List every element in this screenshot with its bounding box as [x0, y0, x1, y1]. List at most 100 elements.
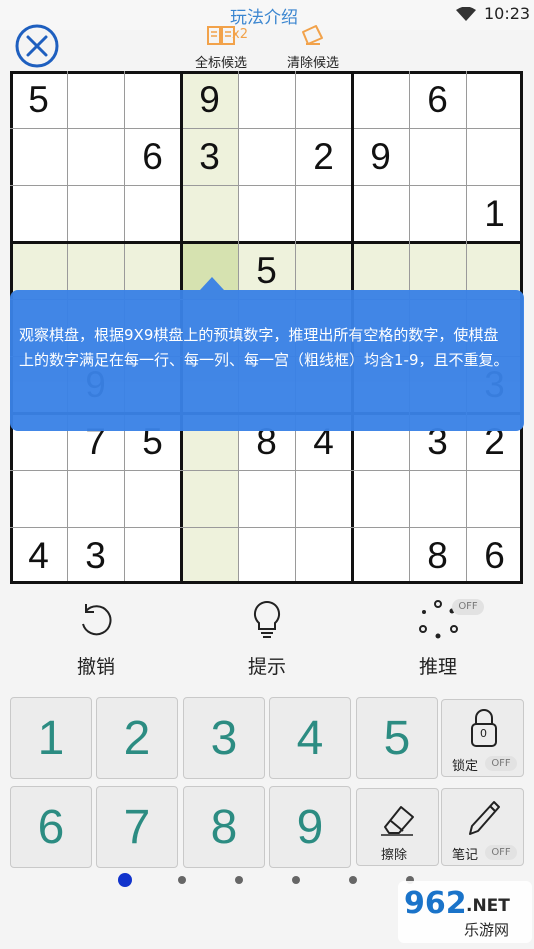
grid-line [10, 241, 523, 244]
undo-button[interactable]: 撤销 [51, 598, 141, 679]
clear-candidates-label: 清除候选 [286, 56, 339, 71]
board-cell[interactable]: 4 [10, 527, 67, 584]
board-cell[interactable] [67, 128, 124, 185]
digit-key[interactable]: 4 [269, 697, 351, 779]
board-cell[interactable] [238, 71, 295, 128]
grid-line [10, 71, 523, 74]
digit-key[interactable]: 3 [183, 697, 265, 779]
lock-button[interactable]: 0 锁定 OFF [441, 699, 524, 777]
board-cell[interactable] [67, 470, 124, 527]
board-cell[interactable] [124, 470, 181, 527]
digit-key[interactable]: 6 [10, 786, 92, 868]
board-cell[interactable] [181, 470, 238, 527]
board-cell[interactable]: 8 [409, 527, 466, 584]
board-cell[interactable] [238, 527, 295, 584]
digit-key[interactable]: 9 [269, 786, 351, 868]
board-cell[interactable] [10, 470, 67, 527]
board-cell[interactable]: 3 [67, 527, 124, 584]
board-cell[interactable] [124, 185, 181, 242]
board-cell[interactable]: 5 [10, 71, 67, 128]
hint-label: 提示 [247, 656, 286, 678]
board-cell[interactable] [238, 185, 295, 242]
page-dot[interactable] [292, 876, 300, 884]
board-cell[interactable]: 6 [409, 71, 466, 128]
board-cell[interactable] [466, 71, 523, 128]
lock-toggle[interactable]: OFF [485, 756, 517, 771]
board-cell[interactable] [295, 470, 352, 527]
board-cell[interactable] [67, 71, 124, 128]
board-cell[interactable] [10, 128, 67, 185]
clear-candidates-button[interactable]: 清除候选 [278, 24, 348, 71]
grid-line [10, 128, 523, 129]
board-cell[interactable]: 6 [466, 527, 523, 584]
board-cell[interactable]: 9 [352, 128, 409, 185]
eraser-note-icon [302, 25, 323, 45]
close-button[interactable] [14, 23, 60, 69]
grid-line [10, 581, 523, 584]
board-cell[interactable] [67, 185, 124, 242]
undo-icon [82, 604, 112, 636]
board-cell[interactable] [124, 527, 181, 584]
clock: 10:23 [484, 4, 531, 23]
board-cell[interactable] [352, 185, 409, 242]
board-cell[interactable] [181, 185, 238, 242]
svg-text:962: 962 [404, 886, 467, 921]
board-cell[interactable] [181, 527, 238, 584]
notes-button[interactable]: 笔记 OFF [441, 788, 524, 866]
erase-label: 擦除 [381, 848, 408, 863]
board-cell[interactable] [352, 470, 409, 527]
digit-key[interactable]: 1 [10, 697, 92, 779]
board-cell[interactable]: 3 [181, 128, 238, 185]
deduce-toggle[interactable]: OFF [452, 599, 484, 615]
board-cell[interactable] [238, 128, 295, 185]
board-cell[interactable] [352, 71, 409, 128]
erase-button[interactable]: 擦除 [356, 788, 439, 866]
svg-text:乐游网: 乐游网 [464, 921, 509, 939]
notes-toggle[interactable]: OFF [485, 845, 517, 860]
lock-count: 0 [480, 727, 487, 740]
page-dot[interactable] [178, 876, 186, 884]
board-cell[interactable] [295, 185, 352, 242]
digit-key[interactable]: 8 [183, 786, 265, 868]
lightbulb-icon [253, 600, 281, 638]
board-cell[interactable]: 2 [295, 128, 352, 185]
board-cell[interactable] [10, 185, 67, 242]
board-cell[interactable] [409, 128, 466, 185]
board-cell[interactable] [238, 470, 295, 527]
grid-line [10, 185, 523, 186]
board-cell[interactable] [409, 470, 466, 527]
eraser-icon [381, 806, 414, 836]
board-cell[interactable] [295, 71, 352, 128]
board-cell[interactable] [466, 470, 523, 527]
grid-line [10, 470, 523, 471]
tooltip-arrow [200, 277, 224, 290]
tooltip-text: 观察棋盘，根据9X9棋盘上的预填数字，推理出所有空格的数字，使棋盘上的数字满足在… [19, 326, 509, 369]
board-cell[interactable] [124, 71, 181, 128]
notes-label: 笔记 [452, 848, 479, 863]
lock-label: 锁定 [452, 759, 479, 774]
digit-key[interactable]: 7 [96, 786, 178, 868]
status-bar: 玩法介绍 10:23 [0, 0, 534, 30]
page-dot[interactable] [235, 876, 243, 884]
board-cell[interactable] [409, 185, 466, 242]
page-dot[interactable] [118, 873, 132, 887]
board-cell[interactable] [466, 128, 523, 185]
board-cell[interactable] [295, 527, 352, 584]
mark-all-badge: x2 [232, 27, 248, 42]
board-cell[interactable]: 6 [124, 128, 181, 185]
board-cell[interactable]: 9 [181, 71, 238, 128]
mark-all-candidates-button[interactable]: x2 全标候选 [186, 24, 256, 71]
grid-line [10, 527, 523, 528]
digit-key[interactable]: 2 [96, 697, 178, 779]
board-cell[interactable]: 1 [466, 185, 523, 242]
page-dot[interactable] [349, 876, 357, 884]
pencil-icon [469, 801, 500, 835]
wifi-icon [456, 7, 476, 21]
svg-text:.NET: .NET [466, 896, 510, 916]
board-cell[interactable] [352, 527, 409, 584]
rules-tooltip: 观察棋盘，根据9X9棋盘上的预填数字，推理出所有空格的数字，使棋盘上的数字满足在… [10, 277, 524, 431]
hint-button[interactable]: 提示 [222, 598, 312, 679]
digit-key[interactable]: 5 [356, 697, 438, 779]
site-watermark-logo: 962 .NET 乐游网 [398, 881, 532, 943]
undo-label: 撤销 [76, 656, 115, 678]
